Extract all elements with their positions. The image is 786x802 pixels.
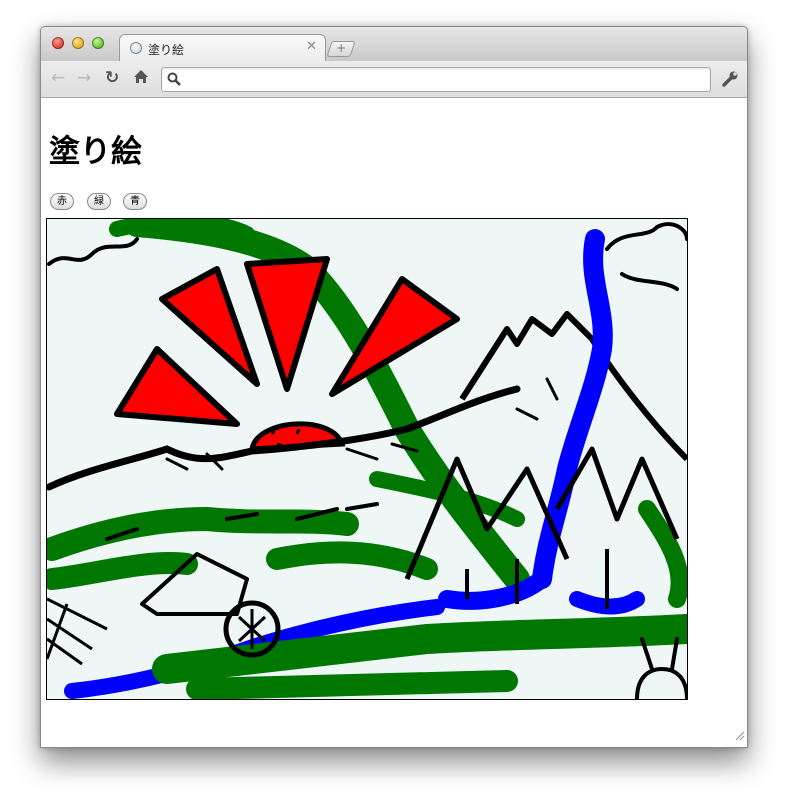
drawing-artwork <box>47 219 687 699</box>
drawing-canvas[interactable] <box>46 218 688 700</box>
address-input[interactable] <box>186 70 705 90</box>
red-color-button[interactable]: 赤 <box>50 193 74 210</box>
search-icon <box>167 71 181 90</box>
close-window-button[interactable] <box>52 37 64 49</box>
home-icon[interactable] <box>133 69 149 88</box>
minimize-window-button[interactable] <box>72 37 84 49</box>
browser-toolbar: ← → ↻ <box>41 61 747 98</box>
close-icon[interactable]: ✕ <box>306 39 317 54</box>
address-bar[interactable] <box>161 67 711 92</box>
wrench-icon[interactable] <box>721 70 739 92</box>
new-tab-button[interactable]: + <box>326 41 356 57</box>
reload-icon[interactable]: ↻ <box>105 69 119 87</box>
page-content: 塗り絵 赤 緑 青 <box>41 98 747 747</box>
globe-icon <box>130 42 142 54</box>
green-color-button[interactable]: 緑 <box>87 193 111 210</box>
browser-tab[interactable]: 塗り絵 ✕ <box>119 34 326 62</box>
maximize-window-button[interactable] <box>92 37 104 49</box>
forward-arrow-icon[interactable]: → <box>77 69 91 87</box>
plus-icon: + <box>336 41 347 55</box>
browser-window: 塗り絵 ✕ + ← → ↻ 塗り絵 赤 緑 青 <box>40 26 748 748</box>
title-bar: 塗り絵 ✕ + <box>41 27 747 62</box>
blue-color-button[interactable]: 青 <box>123 193 147 210</box>
page-title: 塗り絵 <box>49 134 142 170</box>
tab-title: 塗り絵 <box>148 43 185 57</box>
back-arrow-icon[interactable]: ← <box>51 69 65 87</box>
resize-grip-icon[interactable] <box>733 726 745 745</box>
